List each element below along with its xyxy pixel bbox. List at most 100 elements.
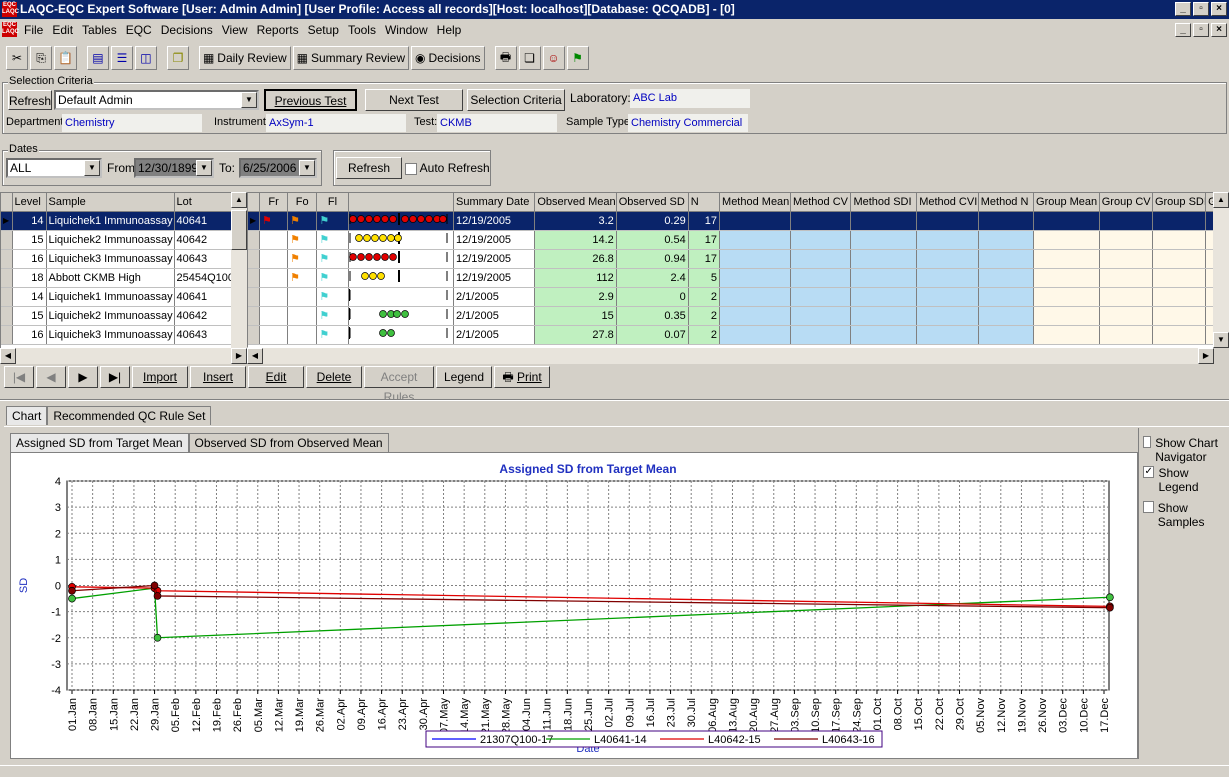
table-row[interactable]: ⚑ ⚑ 12/19/2005 26.8 0.94 17 — [248, 249, 1213, 269]
lot-cell[interactable]: 40642 — [174, 230, 234, 250]
fl-cell[interactable]: ⚑ — [316, 325, 349, 345]
col-group-cv[interactable]: Group CV — [1099, 193, 1153, 212]
level-cell[interactable]: 14 — [12, 211, 47, 231]
previous-test-button[interactable]: Previous Test — [264, 89, 357, 111]
n-cell[interactable]: 2 — [688, 287, 721, 307]
observed-sd-cell[interactable]: 0.35 — [616, 306, 689, 326]
lot-cell[interactable]: 40643 — [174, 325, 234, 345]
print-preview-icon[interactable]: ❏ — [518, 46, 541, 70]
table-row[interactable]: ▶ 14 Liquichek1 Immunoassay P 40641 — [1, 211, 234, 231]
group-cv-cell[interactable] — [1099, 325, 1153, 345]
close-button[interactable]: × — [1211, 2, 1227, 16]
to-date-input[interactable]: 6/25/2006 ▼ — [239, 158, 317, 178]
show-legend-checkbox[interactable]: ✓ Show Legend — [1143, 466, 1228, 494]
level-cell[interactable]: 16 — [12, 249, 47, 269]
lot-cell[interactable]: 40642 — [174, 306, 234, 326]
levey-jennings-cell[interactable] — [348, 230, 455, 250]
group-mean-cell[interactable] — [1033, 249, 1100, 269]
method-cvi-cell[interactable] — [916, 211, 979, 231]
tile-horizontal-icon[interactable]: ☰ — [110, 46, 133, 70]
method-n-cell[interactable] — [978, 287, 1035, 307]
sample-cell[interactable]: Liquichek1 Immunoassay P — [46, 211, 175, 231]
summary-date-cell[interactable]: 12/19/2005 — [453, 268, 536, 288]
table-row[interactable]: 18 Abbott CKMB High 25454Q100 — [1, 268, 234, 288]
sample-cell[interactable]: Liquichek2 Immunoassay P — [46, 230, 175, 250]
fo-cell[interactable]: ⚑ — [287, 268, 318, 288]
level-cell[interactable]: 18 — [12, 268, 47, 288]
menu-file[interactable]: File — [24, 23, 43, 37]
copy-records-icon[interactable]: ❐ — [166, 46, 189, 70]
tab-observed-sd[interactable]: Observed SD from Observed Mean — [188, 433, 389, 452]
show-samples-checkbox[interactable]: Show Samples — [1143, 501, 1228, 529]
col-method-sdi[interactable]: Method SDI — [850, 193, 918, 212]
level-cell[interactable]: 14 — [12, 287, 47, 307]
n-cell[interactable]: 17 — [688, 249, 721, 269]
group-sdi-cell[interactable] — [1152, 211, 1207, 231]
group-sdi-cell[interactable] — [1152, 249, 1207, 269]
fo-cell[interactable] — [287, 325, 318, 345]
method-cv-cell[interactable] — [790, 325, 852, 345]
group-cv-cell[interactable] — [1099, 230, 1153, 250]
menu-help[interactable]: Help — [437, 23, 462, 37]
table-row[interactable]: 14 Liquichek1 Immunoassay P 40641 — [1, 287, 234, 307]
observed-sd-cell[interactable]: 0.54 — [616, 230, 689, 250]
levey-jennings-cell[interactable] — [348, 287, 455, 307]
col-lot[interactable]: Lot — [174, 193, 234, 212]
method-n-cell[interactable] — [978, 249, 1035, 269]
levey-jennings-cell[interactable] — [348, 268, 455, 288]
scroll-down-icon[interactable]: ▼ — [1213, 332, 1229, 348]
col-observed-mean[interactable]: Observed Mean — [534, 193, 617, 212]
col-fl[interactable]: Fl — [316, 193, 349, 212]
method-n-cell[interactable] — [978, 268, 1035, 288]
method-cv-cell[interactable] — [790, 287, 852, 307]
group-cv-cell[interactable] — [1099, 249, 1153, 269]
n-cell[interactable]: 2 — [688, 306, 721, 326]
next-test-button[interactable]: Next Test — [365, 89, 463, 111]
mdi-close-button[interactable]: × — [1211, 23, 1227, 37]
scroll-left-icon[interactable]: ◀ — [247, 348, 263, 364]
n-cell[interactable]: 2 — [688, 325, 721, 345]
exit-icon[interactable]: ⚑ — [566, 46, 589, 70]
levey-jennings-cell[interactable] — [348, 211, 455, 231]
method-cvi-cell[interactable] — [916, 287, 979, 307]
group-sdi-cell[interactable] — [1152, 306, 1207, 326]
table-row[interactable]: ⚑ 2/1/2005 2.9 0 2 — [248, 287, 1213, 307]
group-cv-cell[interactable] — [1099, 287, 1153, 307]
fo-cell[interactable]: ⚑ — [287, 230, 318, 250]
method-n-cell[interactable] — [978, 211, 1035, 231]
scroll-right-icon[interactable]: ▶ — [1198, 348, 1214, 364]
observed-mean-cell[interactable]: 3.2 — [534, 211, 617, 231]
table-row[interactable]: ⚑ ⚑ 12/19/2005 14.2 0.54 17 — [248, 230, 1213, 250]
fl-cell[interactable]: ⚑ — [316, 287, 349, 307]
method-cv-cell[interactable] — [790, 211, 852, 231]
method-n-cell[interactable] — [978, 325, 1035, 345]
method-mean-cell[interactable] — [719, 268, 791, 288]
scroll-thumb[interactable] — [231, 210, 247, 250]
summary-date-cell[interactable]: 2/1/2005 — [453, 306, 536, 326]
method-cv-cell[interactable] — [790, 306, 852, 326]
first-record-icon[interactable]: |◀ — [4, 366, 34, 388]
table-row[interactable]: ⚑ ⚑ 12/19/2005 112 2.4 5 — [248, 268, 1213, 288]
method-mean-cell[interactable] — [719, 211, 791, 231]
tab-assigned-sd[interactable]: Assigned SD from Target Mean — [10, 433, 189, 452]
sample-cell[interactable]: Abbott CKMB High — [46, 268, 175, 288]
summary-date-cell[interactable]: 12/19/2005 — [453, 211, 536, 231]
profile-select[interactable]: Default Admin ▼ — [54, 90, 259, 110]
fl-cell[interactable]: ⚑ — [316, 249, 349, 269]
observed-sd-cell[interactable]: 0.29 — [616, 211, 689, 231]
group-cv-cell[interactable] — [1099, 306, 1153, 326]
checkbox-icon[interactable] — [1143, 436, 1152, 448]
splitter[interactable] — [0, 399, 1229, 401]
col-method-mean[interactable]: Method Mean — [719, 193, 791, 212]
col-group-sdi[interactable]: Group SDI — [1152, 193, 1207, 212]
restore-button[interactable]: ▫ — [1193, 2, 1209, 16]
fo-cell[interactable] — [287, 306, 318, 326]
method-mean-cell[interactable] — [719, 287, 791, 307]
group-mean-cell[interactable] — [1033, 268, 1100, 288]
row-indicator[interactable] — [1, 268, 13, 288]
cut-icon[interactable]: ✂ — [6, 46, 28, 70]
accept-rules-button[interactable]: Accept Rules — [364, 366, 434, 404]
menu-edit[interactable]: Edit — [52, 23, 73, 37]
sample-cell[interactable]: Liquichek1 Immunoassay P — [46, 287, 175, 307]
levey-jennings-cell[interactable] — [348, 325, 455, 345]
